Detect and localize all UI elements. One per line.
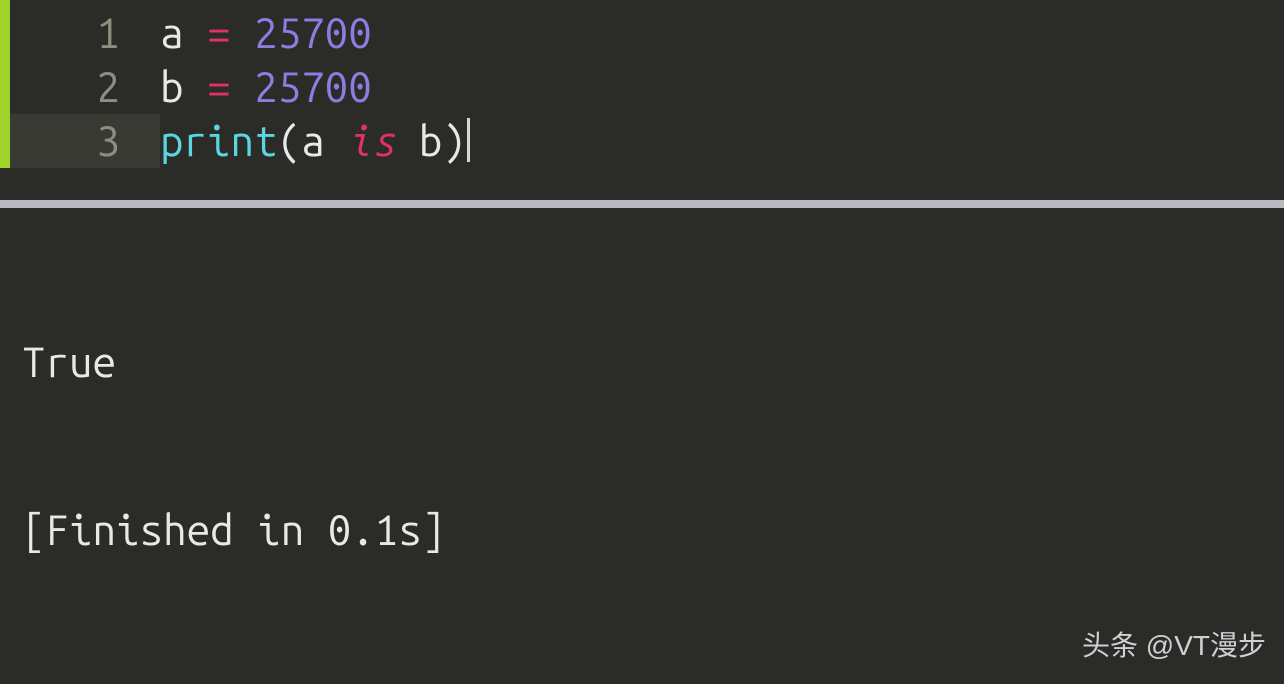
token: print	[160, 117, 278, 164]
code-content[interactable]: print(a is b)	[160, 114, 470, 168]
line-number: 3	[0, 114, 160, 168]
line-number: 1	[0, 6, 160, 60]
token	[231, 9, 255, 56]
code-content[interactable]: b = 25700	[160, 60, 372, 114]
token: b	[160, 63, 184, 110]
token: 25700	[254, 63, 372, 110]
console-finished-line: [Finished in 0.1s]	[22, 502, 1262, 558]
token: 25700	[254, 9, 372, 56]
token: =	[207, 9, 231, 56]
token	[325, 117, 349, 164]
token: b	[419, 117, 443, 164]
token: )	[442, 117, 466, 164]
token: (	[278, 117, 302, 164]
line-number: 2	[0, 60, 160, 114]
token	[184, 9, 208, 56]
token	[231, 63, 255, 110]
code-editor[interactable]: 1a = 257002b = 257003print(a is b)	[0, 0, 1284, 200]
token: is	[348, 117, 395, 164]
panel-divider	[0, 200, 1284, 208]
token	[184, 63, 208, 110]
console-output-line: True	[22, 334, 1262, 390]
code-line[interactable]: 1a = 25700	[0, 6, 1284, 60]
code-line[interactable]: 2b = 25700	[0, 60, 1284, 114]
token: =	[207, 63, 231, 110]
watermark: 头条 @VT漫步	[1082, 618, 1266, 674]
token: a	[301, 117, 325, 164]
token	[395, 117, 419, 164]
text-cursor	[467, 118, 470, 162]
token: a	[160, 9, 184, 56]
output-console[interactable]: True [Finished in 0.1s] 头条 @VT漫步	[0, 208, 1284, 684]
code-content[interactable]: a = 25700	[160, 6, 372, 60]
code-line[interactable]: 3print(a is b)	[0, 114, 1284, 168]
